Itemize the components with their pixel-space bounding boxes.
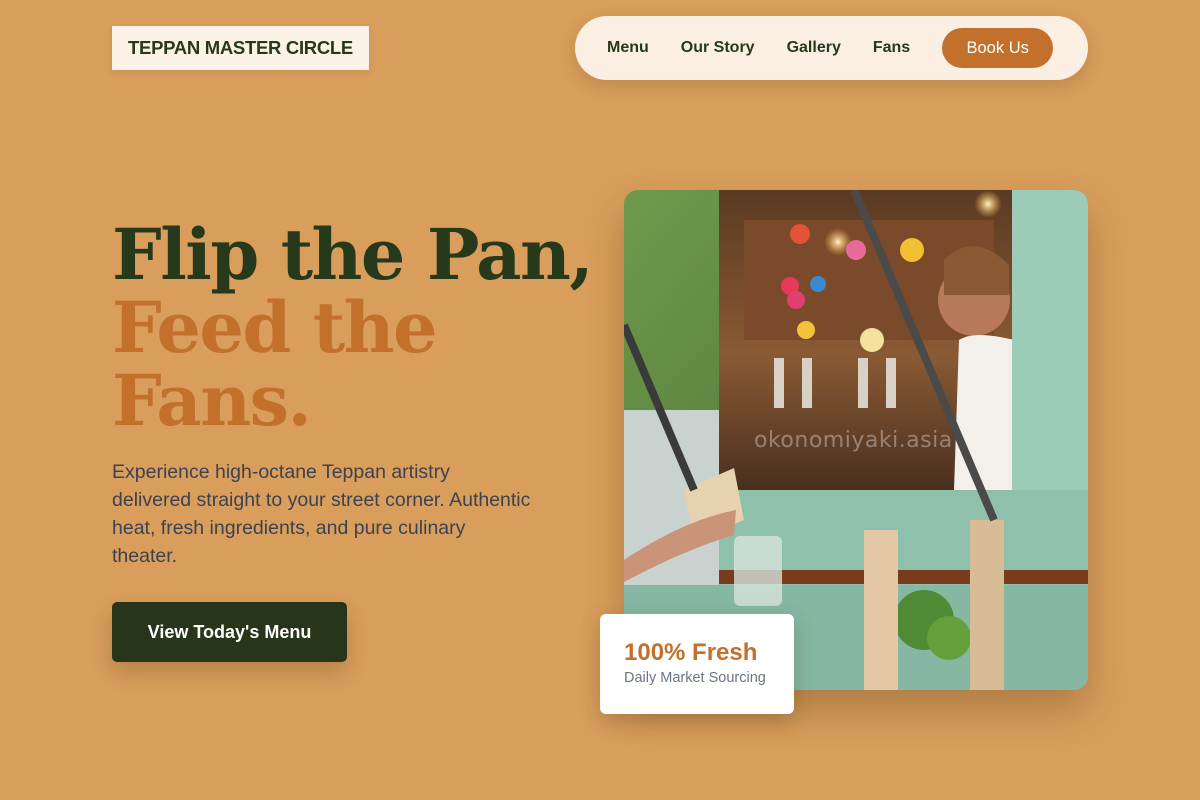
nav-link-menu[interactable]: Menu xyxy=(607,39,649,57)
nav-link-fans[interactable]: Fans xyxy=(873,39,910,57)
nav-link-our-story[interactable]: Our Story xyxy=(681,39,755,57)
freshness-badge: 100% Fresh Daily Market Sourcing xyxy=(600,614,794,714)
hero-headline: Flip the Pan, Feed the Fans. xyxy=(112,213,594,442)
headline-line-3: Fans. xyxy=(112,359,312,442)
view-menu-button[interactable]: View Today's Menu xyxy=(112,602,347,662)
nav-link-gallery[interactable]: Gallery xyxy=(787,39,841,57)
brand-logo[interactable]: TEPPAN MASTER CIRCLE xyxy=(112,26,369,70)
photo-watermark: okonomiyaki.asia xyxy=(754,428,953,453)
book-us-button[interactable]: Book Us xyxy=(942,28,1054,68)
badge-subtitle: Daily Market Sourcing xyxy=(624,670,766,686)
badge-title: 100% Fresh xyxy=(624,639,758,666)
main-nav: Menu Our Story Gallery Fans Book Us xyxy=(575,16,1088,80)
page: TEPPAN MASTER CIRCLE Menu Our Story Gall… xyxy=(0,0,1200,800)
hero-lead-text: Experience high-octane Teppan artistry d… xyxy=(112,461,531,567)
headline-line-2: Feed the xyxy=(112,286,438,369)
headline-line-1: Flip the Pan, xyxy=(112,213,594,296)
